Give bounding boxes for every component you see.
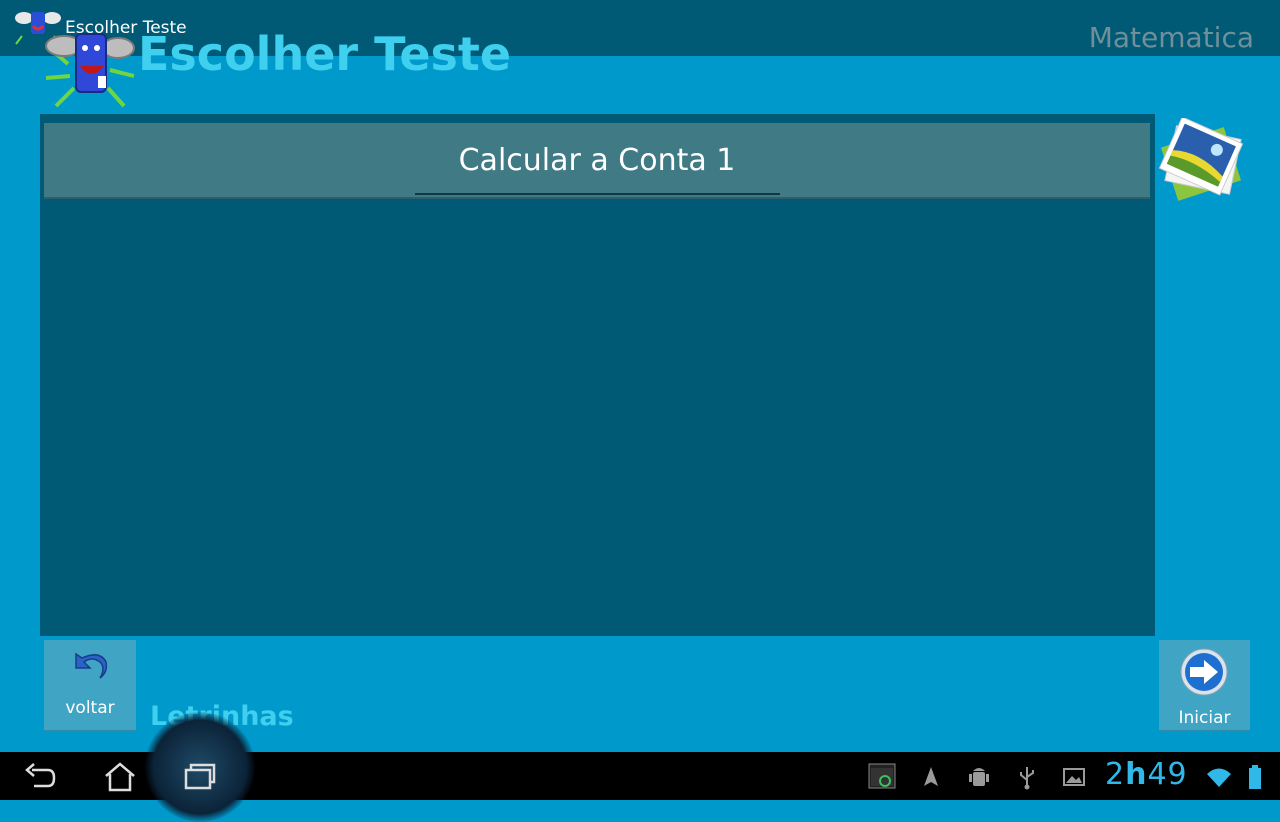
- start-button-label: Iniciar: [1178, 708, 1231, 728]
- status-clock: 2h49: [1105, 755, 1188, 795]
- recent-apps-icon[interactable]: [182, 760, 218, 792]
- spinner-underline: [415, 193, 780, 195]
- home-icon[interactable]: [102, 760, 138, 792]
- usb-icon: [1020, 767, 1034, 790]
- test-selector-value: Calcular a Conta 1: [458, 143, 736, 178]
- back-button-label: voltar: [65, 698, 115, 718]
- screenshot-app-icon[interactable]: [868, 762, 896, 790]
- page-title: Escolher Teste: [138, 27, 512, 81]
- clock-hour: 2: [1105, 757, 1126, 792]
- clock-minutes: 49: [1147, 757, 1188, 792]
- back-icon[interactable]: [22, 760, 58, 792]
- gallery-button[interactable]: [1158, 118, 1246, 206]
- test-list-panel: Calcular a Conta 1: [40, 114, 1155, 636]
- battery-icon: [1249, 765, 1261, 789]
- android-debug-icon: [969, 768, 989, 786]
- system-navigation-bar: 2h49: [0, 712, 1280, 822]
- start-button[interactable]: Iniciar: [1159, 640, 1250, 730]
- test-selector-dropdown[interactable]: Calcular a Conta 1: [44, 123, 1150, 199]
- undo-arrow-icon: [75, 652, 108, 679]
- wifi-icon: [1207, 768, 1231, 787]
- location-icon: [924, 767, 938, 786]
- gallery-notification-icon: [1063, 768, 1085, 786]
- subject-label: Matematica: [1088, 21, 1254, 54]
- forward-arrow-icon: [1180, 648, 1228, 696]
- back-button[interactable]: voltar: [44, 640, 136, 730]
- clock-separator: h: [1125, 757, 1148, 792]
- mascot-logo-icon: [45, 33, 135, 108]
